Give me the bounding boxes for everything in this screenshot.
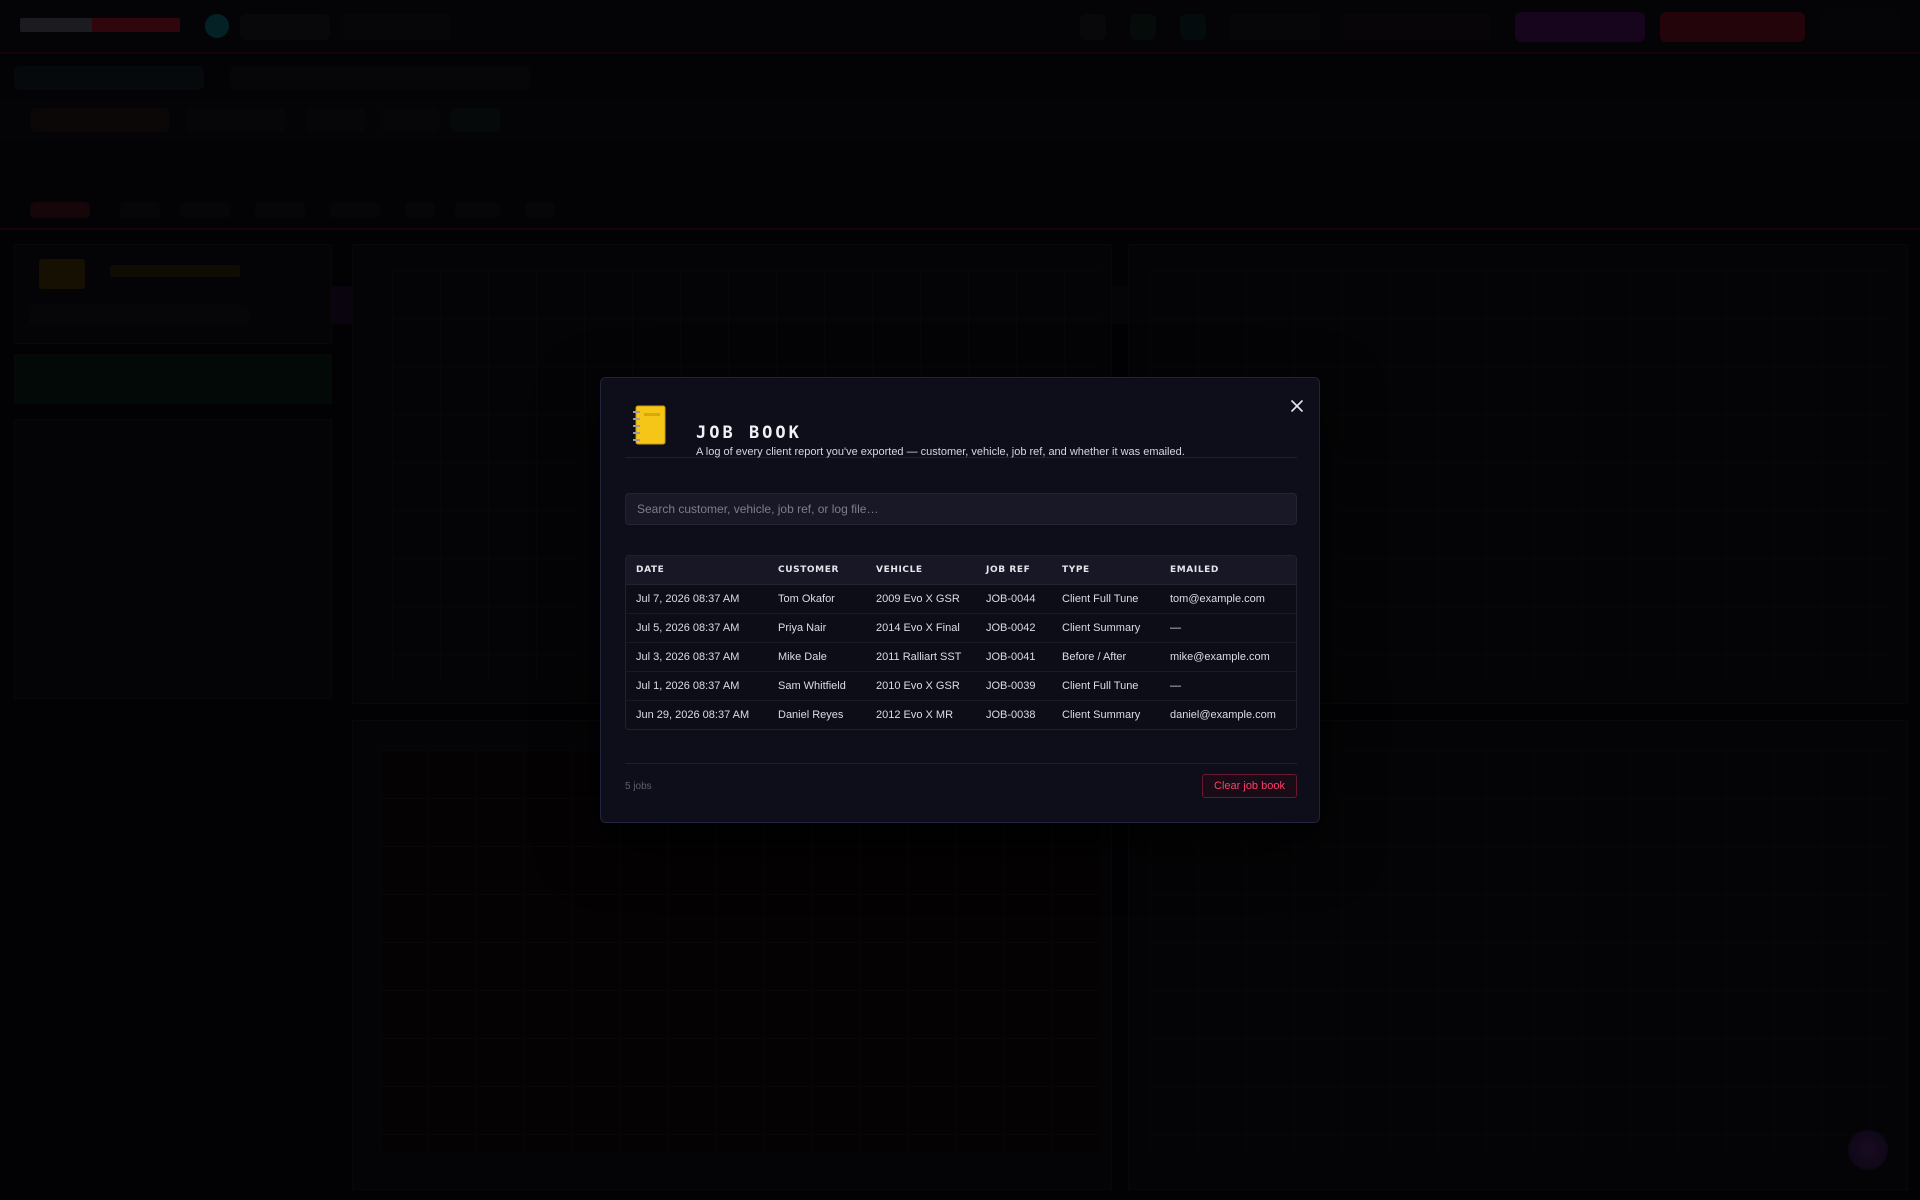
cell-customer: Sam Whitfield (778, 679, 846, 692)
cell-job-ref: JOB-0038 (986, 708, 1036, 721)
close-button[interactable] (1287, 396, 1307, 416)
cell-job-ref: JOB-0041 (986, 650, 1036, 663)
cell-type: Client Full Tune (1062, 679, 1139, 692)
column-header-type[interactable]: TYPE (1052, 556, 1160, 585)
cell-date: Jul 3, 2026 08:37 AM (636, 650, 740, 663)
table-row[interactable]: Jul 3, 2026 08:37 AM Mike Dale 2011 Rall… (626, 642, 1296, 671)
close-icon (1291, 400, 1303, 412)
table-row[interactable]: Jul 1, 2026 08:37 AM Sam Whitfield 2010 … (626, 671, 1296, 700)
cell-date: Jun 29, 2026 08:37 AM (636, 708, 750, 721)
search-input[interactable] (625, 493, 1297, 525)
cell-customer: Mike Dale (778, 650, 827, 663)
cell-job-ref: JOB-0042 (986, 621, 1036, 634)
cell-vehicle: 2010 Evo X GSR (876, 679, 960, 692)
cell-vehicle: 2012 Evo X MR (876, 708, 954, 721)
cell-type: Before / After (1062, 650, 1127, 663)
cell-job-ref: JOB-0039 (986, 679, 1036, 692)
table-row[interactable]: Jul 5, 2026 08:37 AM Priya Nair 2014 Evo… (626, 613, 1296, 642)
table-header-row: DATE CUSTOMER VEHICLE JOB REF TYPE EMAIL… (626, 556, 1296, 585)
cell-vehicle: 2014 Evo X Final (876, 621, 960, 634)
job-count: 5 jobs (625, 781, 652, 792)
cell-type: Client Full Tune (1062, 592, 1139, 605)
job-book-modal: JOB BOOK A log of every client report yo… (600, 377, 1320, 823)
cell-type: Client Summary (1062, 708, 1141, 721)
cell-job-ref: JOB-0044 (986, 592, 1036, 605)
cell-type: Client Summary (1062, 621, 1141, 634)
job-table: DATE CUSTOMER VEHICLE JOB REF TYPE EMAIL… (625, 555, 1297, 730)
cell-date: Jul 1, 2026 08:37 AM (636, 679, 740, 692)
modal-header: JOB BOOK A log of every client report yo… (625, 396, 1297, 458)
column-header-emailed[interactable]: EMAILED (1160, 556, 1296, 585)
table-row[interactable]: Jun 29, 2026 08:37 AM Daniel Reyes 2012 … (626, 700, 1296, 729)
modal-title: JOB BOOK (696, 423, 802, 443)
notebook-icon (633, 405, 666, 445)
cell-emailed: — (1170, 621, 1181, 634)
table-row[interactable]: Jul 7, 2026 08:37 AM Tom Okafor 2009 Evo… (626, 584, 1296, 613)
modal-subtitle: A log of every client report you've expo… (696, 446, 1185, 458)
cell-emailed: mike@example.com (1170, 650, 1270, 663)
column-header-job-ref[interactable]: JOB REF (976, 556, 1052, 585)
footer-divider (625, 763, 1297, 764)
cell-vehicle: 2011 Ralliart SST (876, 650, 962, 663)
cell-vehicle: 2009 Evo X GSR (876, 592, 960, 605)
cell-date: Jul 5, 2026 08:37 AM (636, 621, 740, 634)
cell-customer: Tom Okafor (778, 592, 835, 605)
cell-customer: Priya Nair (778, 621, 827, 634)
column-header-vehicle[interactable]: VEHICLE (866, 556, 976, 585)
cell-customer: Daniel Reyes (778, 708, 844, 721)
cell-emailed: — (1170, 679, 1181, 692)
clear-job-book-button[interactable]: Clear job book (1202, 774, 1297, 798)
column-header-date[interactable]: DATE (626, 556, 768, 585)
cell-emailed: tom@example.com (1170, 592, 1265, 605)
cell-emailed: daniel@example.com (1170, 708, 1276, 721)
cell-date: Jul 7, 2026 08:37 AM (636, 592, 740, 605)
column-header-customer[interactable]: CUSTOMER (768, 556, 866, 585)
